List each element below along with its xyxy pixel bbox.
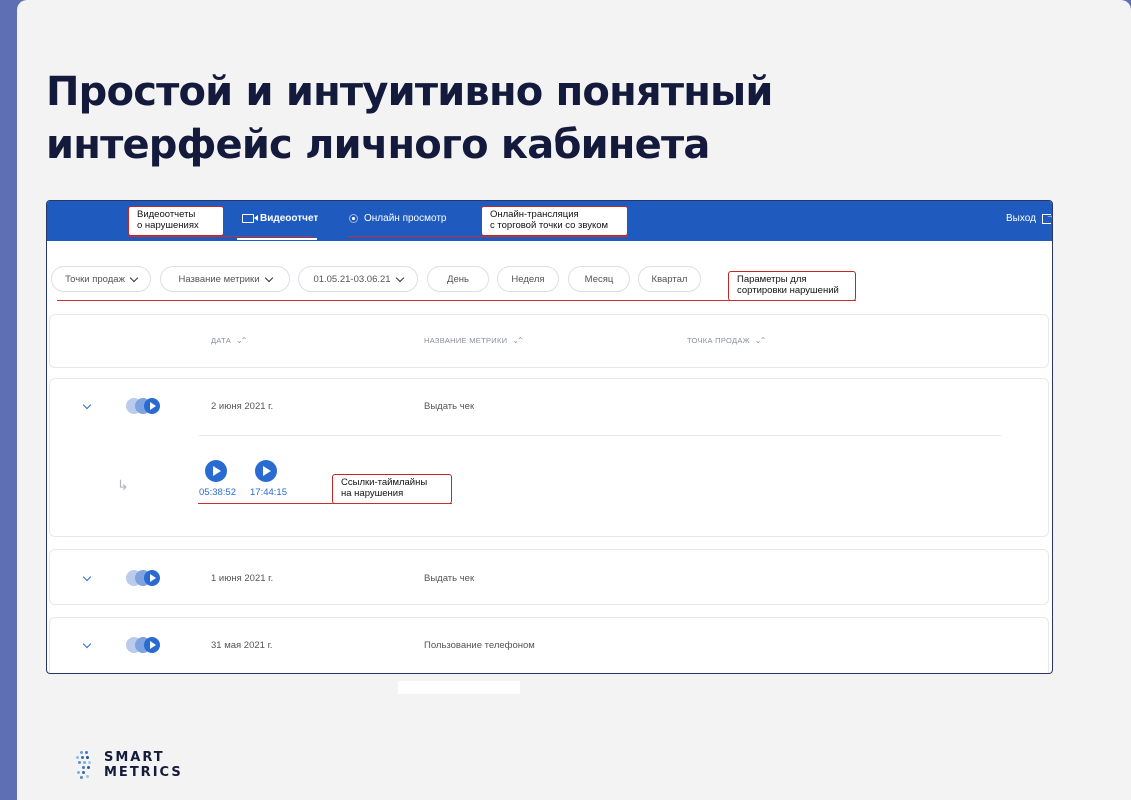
callout-timeline-links-line2: на нарушения — [341, 488, 404, 499]
filter-day-label: День — [447, 273, 469, 285]
smart-metrics-logo: SMART METRICS — [72, 748, 183, 782]
logo-line-1: SMART — [104, 750, 165, 765]
row-metric: Выдать чек — [424, 573, 475, 584]
callout-underline — [198, 503, 452, 504]
column-header-date[interactable]: ДАТА ⌄⌃ — [211, 336, 248, 345]
exit-icon — [1041, 210, 1052, 224]
column-header-point-label: ТОЧКА ПРОДАЖ — [687, 336, 750, 345]
column-header-date-label: ДАТА — [211, 336, 232, 345]
logo-line-2: METRICS — [104, 765, 183, 780]
callout-underline — [128, 236, 313, 237]
filter-month[interactable]: Месяц — [568, 266, 630, 292]
white-strip — [398, 681, 520, 694]
app-screenshot-panel: Видеоотчет Онлайн просмотр Выход Точки п… — [46, 200, 1053, 674]
video-clips-icon[interactable] — [126, 398, 162, 414]
tab-online-view-label: Онлайн просмотр — [364, 213, 447, 224]
chevron-down-icon — [264, 273, 273, 282]
column-header-point[interactable]: ТОЧКА ПРОДАЖ ⌄⌃ — [687, 336, 766, 345]
filter-date-range-label: 01.05.21-03.06.21 — [313, 273, 391, 285]
table-row — [49, 378, 1049, 537]
timeline-link[interactable]: 17:44:15 — [250, 487, 287, 498]
row-metric: Выдать чек — [424, 401, 475, 412]
slide: Простой и интуитивно понятный интерфейс … — [17, 0, 1131, 800]
filter-points-label: Точки продаж — [65, 273, 125, 285]
callout-timeline-links: Ссылки-таймлайны на нарушения — [332, 474, 452, 504]
callout-online-stream-line2: с торговой точки со звуком — [490, 220, 609, 231]
filter-quarter-label: Квартал — [651, 273, 688, 285]
filter-week[interactable]: Неделя — [497, 266, 559, 292]
logo-mark-icon — [72, 748, 96, 782]
title-line-2: интерфейс личного кабинета — [46, 122, 710, 168]
filter-week-label: Неделя — [511, 273, 545, 285]
tab-online-view[interactable]: Онлайн просмотр — [349, 213, 446, 224]
video-clips-icon[interactable] — [126, 570, 162, 586]
live-dot-icon — [349, 214, 358, 223]
callout-sort-params-line2: сортировки нарушений — [737, 285, 839, 296]
column-header-metric[interactable]: НАЗВАНИЕ МЕТРИКИ ⌄⌃ — [424, 336, 524, 345]
callout-timeline-links-line1: Ссылки-таймлайны — [341, 477, 428, 488]
table-row — [49, 549, 1049, 605]
title-line-1: Простой и интуитивно понятный — [46, 69, 773, 115]
filter-metric-label: Название метрики — [178, 273, 260, 285]
play-icon[interactable] — [255, 460, 277, 482]
table-header — [49, 314, 1049, 368]
callout-video-reports-line1: Видеоотчеты — [137, 209, 196, 220]
slide-title: Простой и интуитивно понятный интерфейс … — [46, 66, 946, 172]
callout-sort-params-line1: Параметры для — [737, 274, 807, 285]
logout-label: Выход — [1006, 213, 1036, 224]
sub-row-arrow-icon: ↳ — [117, 477, 129, 493]
tab-video-report-label: Видеоотчет — [260, 213, 319, 224]
filter-points[interactable]: Точки продаж — [51, 266, 151, 292]
row-metric: Пользование телефоном — [424, 640, 535, 651]
callout-online-stream-line1: Онлайн-трансляция — [490, 209, 579, 220]
row-date: 31 мая 2021 г. — [211, 640, 273, 651]
filter-quarter[interactable]: Квартал — [638, 266, 701, 292]
tab-video-report[interactable]: Видеоотчет — [242, 213, 318, 224]
filter-month-label: Месяц — [584, 273, 614, 285]
callout-underline — [347, 236, 628, 237]
sort-icon: ⌄⌃ — [754, 336, 766, 345]
sort-icon: ⌄⌃ — [512, 336, 523, 345]
row-date: 2 июня 2021 г. — [211, 401, 274, 412]
chevron-down-icon — [395, 273, 404, 282]
callout-underline — [57, 300, 856, 301]
timeline-link[interactable]: 05:38:52 — [199, 487, 236, 498]
column-header-metric-label: НАЗВАНИЕ МЕТРИКИ — [424, 336, 508, 345]
row-date: 1 июня 2021 г. — [211, 573, 274, 584]
logout-button[interactable]: Выход — [1006, 210, 1052, 225]
callout-online-stream: Онлайн-трансляция с торговой точки со зв… — [481, 206, 628, 236]
row-divider — [199, 435, 1001, 436]
table-row — [49, 617, 1049, 673]
sort-icon: ⌄⌃ — [236, 336, 247, 345]
play-icon[interactable] — [205, 460, 227, 482]
filter-metric[interactable]: Название метрики — [160, 266, 290, 292]
callout-video-reports: Видеоотчеты о нарушениях — [128, 206, 224, 236]
video-clips-icon[interactable] — [126, 637, 162, 653]
logo-wordmark: SMART METRICS — [104, 750, 183, 780]
callout-video-reports-line2: о нарушениях — [137, 220, 199, 231]
video-camera-icon — [242, 214, 258, 223]
filter-day[interactable]: День — [427, 266, 489, 292]
active-tab-indicator — [237, 238, 317, 240]
filter-date-range[interactable]: 01.05.21-03.06.21 — [298, 266, 418, 292]
chevron-down-icon — [129, 273, 139, 282]
callout-sort-params: Параметры для сортировки нарушений — [728, 271, 856, 301]
